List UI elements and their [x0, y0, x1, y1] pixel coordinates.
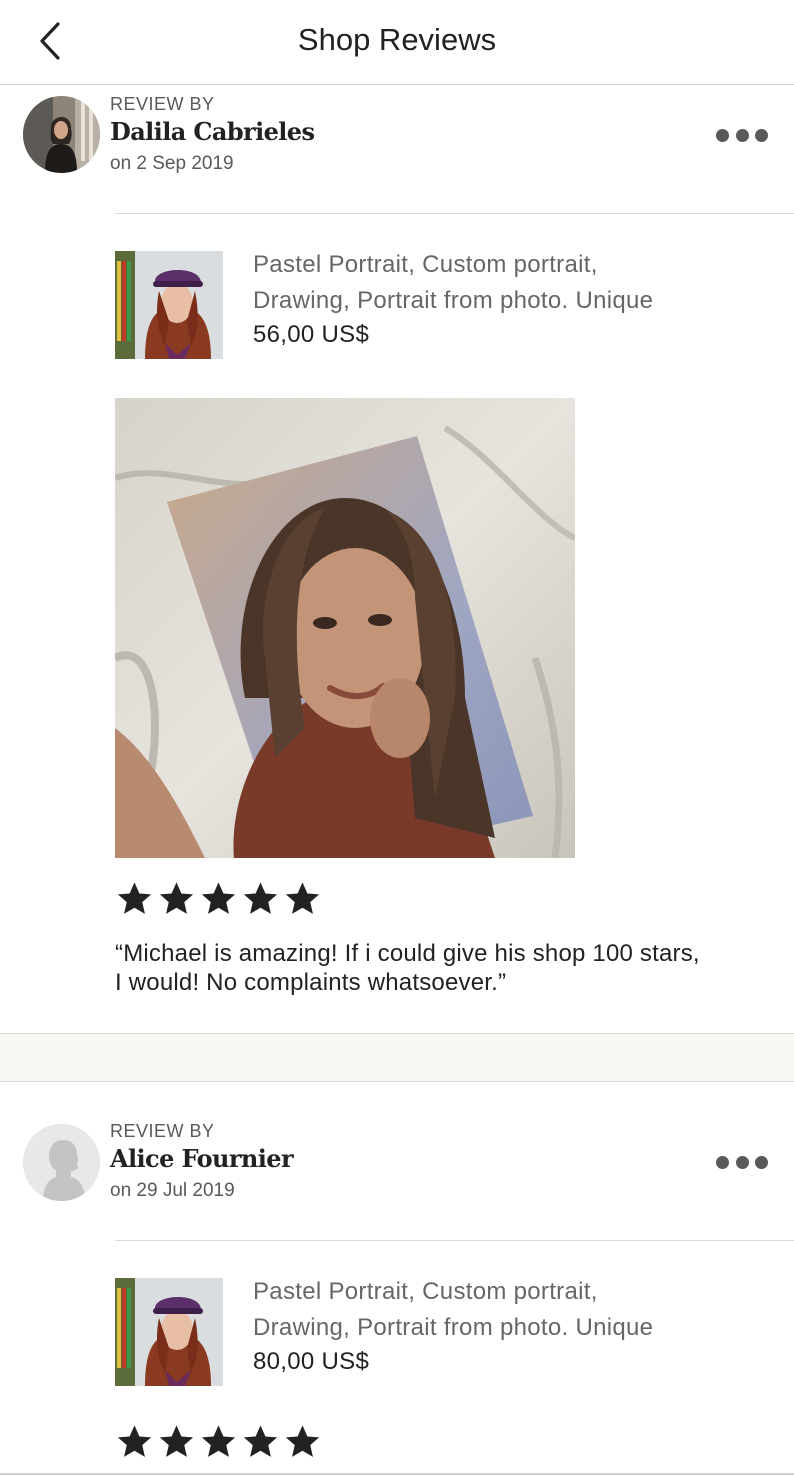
more-options-button[interactable] — [716, 1152, 768, 1172]
listing-image — [115, 1278, 223, 1386]
listing-title-line: Drawing, Portrait from photo. Unique — [253, 1314, 654, 1341]
default-avatar-icon — [23, 1124, 100, 1201]
avatar[interactable] — [23, 1124, 100, 1201]
listing-title-line: Pastel Portrait, Custom portrait, — [253, 1278, 598, 1305]
star-icon — [285, 1425, 320, 1457]
reviewer-name[interactable]: Alice Fournier — [110, 1144, 294, 1173]
star-icon — [243, 1425, 278, 1457]
more-horizontal-icon — [716, 1155, 729, 1169]
star-icon — [159, 1425, 194, 1457]
more-horizontal-icon — [735, 1155, 749, 1169]
star-icon — [117, 1425, 152, 1457]
listing-thumbnail[interactable] — [115, 1278, 223, 1386]
divider — [115, 1240, 794, 1241]
star-rating — [115, 1423, 322, 1463]
review-date: on 29 Jul 2019 — [110, 1180, 235, 1201]
star-icon — [201, 1425, 236, 1457]
more-horizontal-icon — [755, 1155, 768, 1169]
review-by-label: REVIEW BY — [110, 1121, 215, 1141]
listing-title[interactable]: Pastel Portrait, Custom portrait, Drawin… — [253, 1274, 773, 1346]
review-card: REVIEW BY Alice Fournier on 29 Jul 2019 … — [0, 0, 794, 1475]
listing-price: 80,00 US$ — [253, 1348, 370, 1375]
